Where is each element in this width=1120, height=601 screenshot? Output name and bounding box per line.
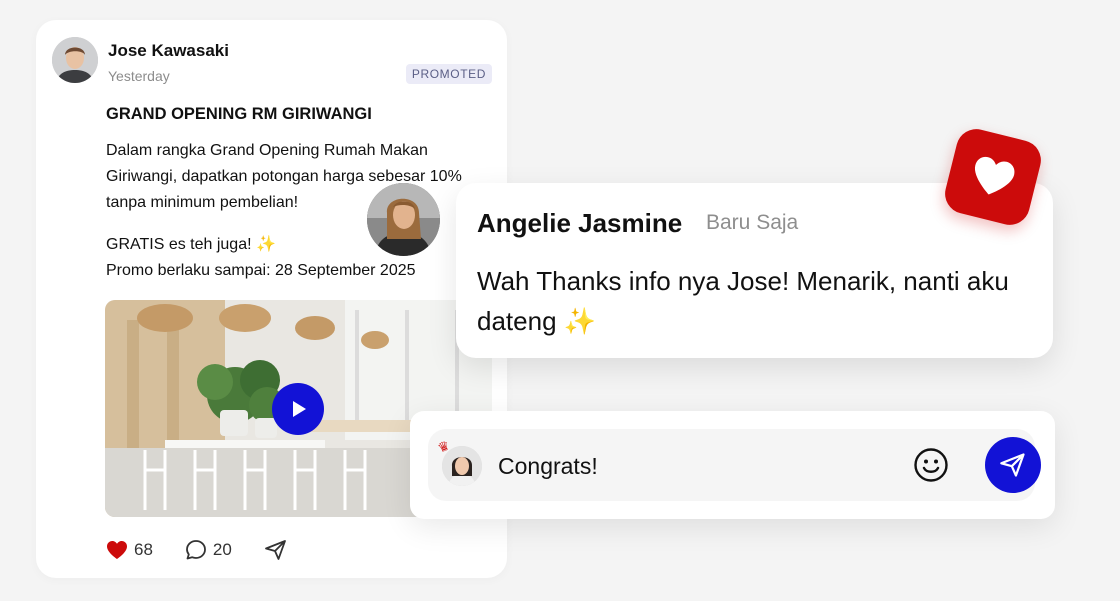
share-button[interactable] [264, 539, 288, 561]
heart-icon [975, 156, 1015, 195]
promoted-badge: PROMOTED [405, 64, 492, 84]
like-button[interactable]: 68 [106, 540, 153, 560]
author-name[interactable]: Jose Kawasaki [108, 41, 229, 61]
commenter-avatar[interactable] [367, 183, 440, 256]
play-button[interactable] [272, 383, 324, 435]
composer-field: ♛ [428, 429, 1041, 501]
post-title: GRAND OPENING RM GIRIWANGI [106, 105, 372, 123]
post-timestamp: Yesterday [108, 68, 170, 84]
send-icon [1000, 453, 1025, 477]
smiley-icon [914, 448, 948, 482]
comment-text: Wah Thanks info nya Jose! Menarik, nanti… [477, 261, 1017, 341]
sparkle-icon: ✨ [563, 306, 597, 336]
emoji-button[interactable] [913, 447, 949, 488]
play-icon [293, 401, 306, 417]
post-actions: 68 20 [106, 539, 288, 561]
comment-message: Wah Thanks info nya Jose! Menarik, nanti… [477, 266, 1009, 336]
author-avatar[interactable] [52, 37, 98, 83]
commenter-name[interactable]: Angelie Jasmine [477, 208, 682, 239]
like-count: 68 [134, 540, 153, 559]
comment-button[interactable]: 20 [185, 539, 232, 561]
comment-composer: ♛ [410, 411, 1055, 519]
sparkle-icon: ✨ [256, 236, 276, 253]
send-button[interactable] [985, 437, 1041, 493]
comment-count: 20 [212, 540, 232, 559]
post-body-free-drink: GRATIS es teh juga! [106, 236, 252, 253]
comment-icon [186, 540, 206, 560]
comment-input[interactable] [496, 446, 910, 486]
post-body-promo-period: Promo berlaku sampai: 28 September 2025 [106, 262, 416, 279]
send-icon [264, 540, 286, 560]
comment-timestamp: Baru Saja [706, 211, 799, 234]
heart-icon [107, 541, 127, 559]
